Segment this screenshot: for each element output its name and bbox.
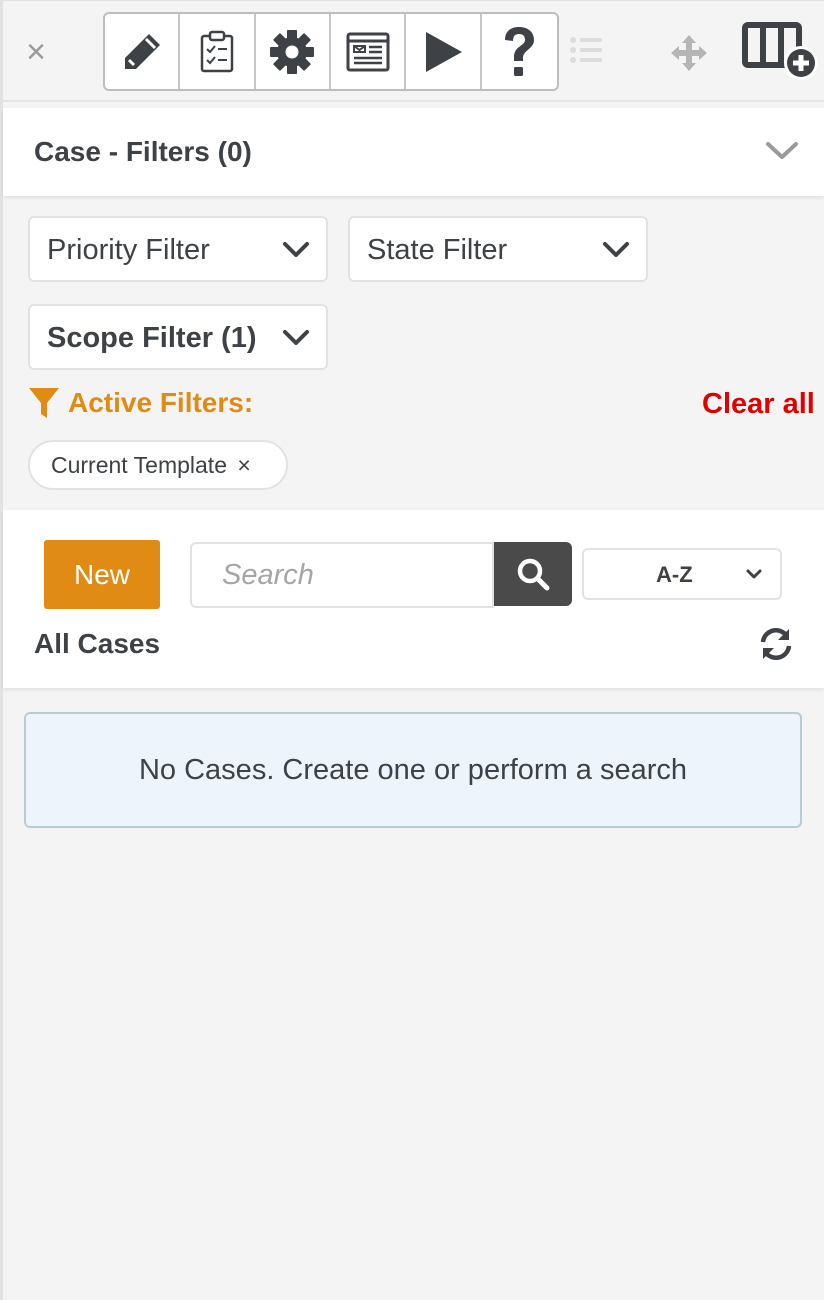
case-list-title: All Cases bbox=[34, 628, 161, 659]
search-icon bbox=[517, 558, 550, 591]
sort-select[interactable]: A-Z bbox=[582, 548, 782, 600]
document-button[interactable] bbox=[331, 14, 407, 89]
help-button[interactable] bbox=[482, 14, 557, 89]
scope-filter-dropdown[interactable]: Scope Filter (1) bbox=[28, 304, 328, 370]
empty-cases-message: No Cases. Create one or perform a search bbox=[24, 712, 802, 828]
clipboard-checklist-icon bbox=[200, 30, 234, 72]
toolbar-button-group bbox=[103, 12, 559, 91]
chevron-down-icon[interactable] bbox=[765, 140, 799, 162]
list-icon[interactable] bbox=[569, 35, 605, 65]
priority-filter-label: Priority Filter bbox=[47, 234, 210, 266]
settings-button[interactable] bbox=[256, 14, 332, 89]
priority-filter-dropdown[interactable]: Priority Filter bbox=[28, 216, 328, 282]
refresh-icon[interactable] bbox=[758, 626, 794, 662]
active-filters-label: Active Filters: bbox=[68, 387, 254, 418]
pencil-icon bbox=[124, 33, 160, 69]
active-filters-heading: Active Filters: bbox=[28, 386, 253, 420]
chevron-down-icon bbox=[603, 242, 629, 257]
clear-all-link[interactable]: Clear all bbox=[702, 388, 815, 421]
search-input[interactable] bbox=[190, 542, 494, 608]
checklist-button[interactable] bbox=[180, 14, 256, 89]
chevron-down-icon bbox=[283, 330, 309, 345]
layout-add-icon[interactable] bbox=[741, 21, 821, 81]
chevron-down-icon bbox=[283, 242, 309, 257]
state-filter-label: State Filter bbox=[367, 234, 508, 266]
move-icon[interactable] bbox=[669, 33, 709, 73]
filters-header[interactable]: Case - Filters (0) bbox=[3, 108, 824, 196]
chevron-down-icon bbox=[746, 569, 762, 579]
search-button[interactable] bbox=[494, 542, 572, 606]
filter-chip-current-template: Current Template × bbox=[28, 440, 288, 490]
cases-panel: New A-Z All Cases bbox=[3, 510, 824, 688]
filters-title: Case - Filters (0) bbox=[34, 136, 252, 167]
sort-select-value: A-Z bbox=[656, 562, 693, 587]
new-case-button[interactable]: New bbox=[44, 540, 160, 609]
close-icon[interactable]: × bbox=[21, 35, 51, 69]
run-button[interactable] bbox=[406, 14, 482, 89]
document-list-icon bbox=[346, 32, 390, 71]
remove-chip-icon[interactable]: × bbox=[237, 452, 250, 478]
scope-filter-label: Scope Filter (1) bbox=[47, 322, 257, 354]
edit-button[interactable] bbox=[105, 14, 181, 89]
play-icon bbox=[426, 31, 463, 72]
filter-funnel-icon bbox=[29, 388, 59, 418]
gear-icon bbox=[270, 29, 315, 74]
filter-chip-label: Current Template bbox=[51, 452, 227, 478]
toolbar: × bbox=[3, 1, 824, 102]
question-icon bbox=[505, 26, 535, 76]
state-filter-dropdown[interactable]: State Filter bbox=[348, 216, 648, 282]
